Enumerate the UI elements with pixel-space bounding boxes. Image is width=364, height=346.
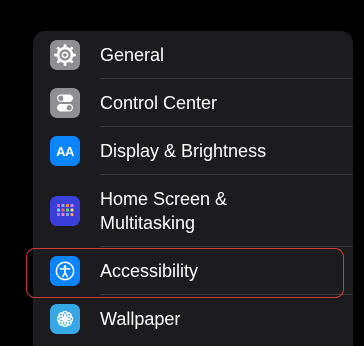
text-size-icon: AA — [50, 136, 80, 166]
toggles-icon — [50, 88, 80, 118]
settings-item-home-screen[interactable]: Home Screen & Multitasking — [33, 175, 353, 247]
settings-item-label: Display & Brightness — [100, 141, 267, 161]
settings-item-label-line1: Home Screen & — [100, 189, 228, 209]
settings-item-control-center[interactable]: Control Center — [33, 79, 353, 127]
gear-icon — [50, 40, 80, 70]
settings-item-label: Wallpaper — [100, 309, 181, 329]
flower-icon — [50, 304, 80, 334]
settings-list: General Control Center AA Display & Brig… — [33, 31, 353, 346]
settings-item-label: Accessibility — [100, 261, 199, 281]
text-size-glyph: AA — [56, 143, 74, 159]
home-grid-icon — [50, 196, 80, 226]
settings-item-wallpaper[interactable]: Wallpaper — [33, 295, 353, 343]
settings-item-label: General — [100, 45, 165, 65]
settings-item-label: Control Center — [100, 93, 218, 113]
settings-screen: General Control Center AA Display & Brig… — [0, 0, 364, 346]
accessibility-icon — [50, 256, 80, 286]
settings-item-display-brightness[interactable]: AA Display & Brightness — [33, 127, 353, 175]
settings-item-accessibility[interactable]: Accessibility — [33, 247, 353, 295]
settings-item-general[interactable]: General — [33, 31, 353, 79]
settings-item-label-line2: Multitasking — [100, 213, 196, 233]
